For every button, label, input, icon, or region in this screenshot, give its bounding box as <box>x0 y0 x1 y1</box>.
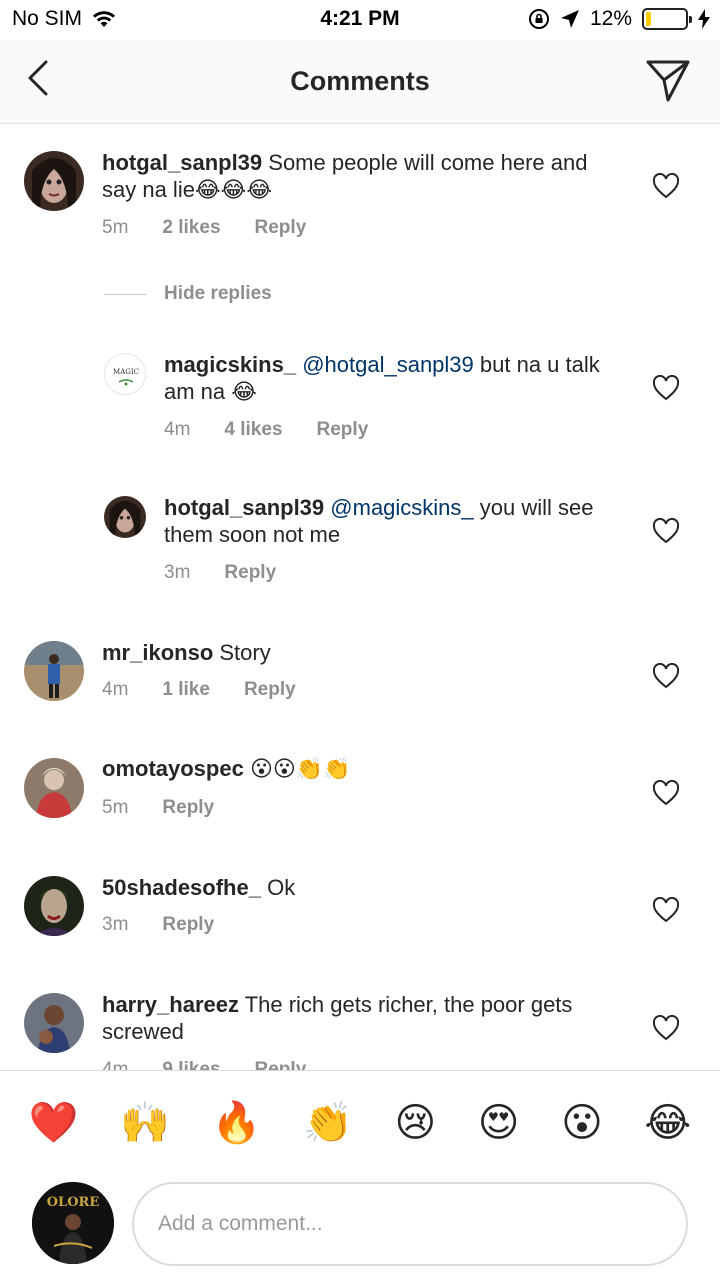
avatar-photo <box>24 993 84 1053</box>
comment-time: 5m <box>102 217 129 238</box>
comment-username[interactable]: omotayospec <box>102 756 244 781</box>
comment-text: 50shadesofhe_ Ok <box>102 874 602 901</box>
charging-bolt-icon <box>698 9 710 29</box>
avatar[interactable]: MAGIC <box>104 353 146 395</box>
hide-replies-button[interactable]: Hide replies <box>104 283 272 305</box>
comment-username[interactable]: harry_hareez <box>102 992 239 1017</box>
comments-list[interactable]: hotgal_sanpl39 Some people will come her… <box>0 125 720 1070</box>
page-title: Comments <box>290 66 430 96</box>
comments-header: Comments <box>0 40 720 124</box>
location-arrow-icon <box>560 10 579 28</box>
emoji-surprised-button[interactable]: 😮 <box>561 1099 603 1147</box>
reply-meta: 4m 4 likes Reply <box>164 419 368 441</box>
avatar-photo <box>24 758 84 818</box>
reply-button[interactable]: Reply <box>255 1059 307 1070</box>
hide-replies-label: Hide replies <box>164 283 272 304</box>
emoji-heart-eyes-button[interactable]: 😍 <box>478 1099 520 1147</box>
comment-meta: 5m 2 likes Reply <box>102 217 306 239</box>
comment-text: hotgal_sanpl39 Some people will come her… <box>102 149 602 203</box>
paper-plane-icon[interactable] <box>644 56 692 104</box>
my-avatar: OLORE <box>32 1182 114 1264</box>
comment-meta: 3m Reply <box>102 914 214 936</box>
avatar[interactable] <box>24 641 84 701</box>
heart-icon[interactable] <box>652 663 680 689</box>
reply-text: magicskins_ @hotgal_sanpl39 but na u tal… <box>164 351 604 405</box>
reply-username[interactable]: magicskins_ <box>164 352 296 377</box>
avatar[interactable] <box>24 151 84 211</box>
emoji-raised-hands-button[interactable]: 🙌 <box>120 1099 170 1147</box>
emoji-clap-button[interactable]: 👏 <box>303 1099 353 1147</box>
comment-likes[interactable]: 9 likes <box>162 1059 220 1070</box>
emoji-fire-button[interactable]: 🔥 <box>212 1099 262 1147</box>
comment-text: mr_ikonso Story <box>102 639 602 666</box>
comment-meta: 5m Reply <box>102 797 214 819</box>
avatar-photo <box>24 641 84 701</box>
my-avatar-image: OLORE <box>32 1182 114 1264</box>
orientation-lock-icon <box>528 9 549 29</box>
emoji-quick-bar: ❤️ 🙌 🔥 👏 😢 😍 😮 😂 <box>0 1070 720 1174</box>
comment-body: Ok <box>260 875 296 900</box>
comment-text: omotayospec 😮😮👏👏 <box>102 755 602 782</box>
reply-button[interactable]: Reply <box>244 679 296 701</box>
heart-icon[interactable] <box>652 897 680 923</box>
reply-likes[interactable]: 4 likes <box>224 419 282 441</box>
reply-meta: 3m Reply <box>164 562 276 584</box>
comment-time: 3m <box>102 914 129 935</box>
emoji-crying-button[interactable]: 😢 <box>394 1099 436 1147</box>
comment-username[interactable]: mr_ikonso <box>102 640 213 665</box>
reply-time: 4m <box>164 419 191 440</box>
avatar[interactable] <box>24 876 84 936</box>
emoji-tears-of-joy-button[interactable]: 😂 <box>644 1099 691 1147</box>
reply-mention[interactable]: @hotgal_sanpl39 <box>302 352 474 377</box>
reply-button[interactable]: Reply <box>162 797 214 819</box>
avatar[interactable] <box>24 993 84 1053</box>
hide-replies-line <box>104 293 146 295</box>
avatar[interactable] <box>104 496 146 538</box>
avatar-photo <box>104 496 146 538</box>
comment-input[interactable] <box>132 1182 688 1266</box>
comment-username[interactable]: 50shadesofhe_ <box>102 875 261 900</box>
status-bar: No SIM 4:21 PM 12% <box>0 0 720 40</box>
reply-username[interactable]: hotgal_sanpl39 <box>164 495 324 520</box>
avatar-logo-text: MAGIC <box>113 368 139 376</box>
reply-text: hotgal_sanpl39 @magicskins_ you will see… <box>164 494 604 548</box>
battery-icon <box>642 8 692 30</box>
comment-username[interactable]: hotgal_sanpl39 <box>102 150 262 175</box>
avatar-photo <box>24 151 84 211</box>
avatar-photo <box>24 876 84 936</box>
comment-composer: OLORE <box>0 1174 720 1280</box>
comment-time: 4m <box>102 1059 129 1070</box>
comment-body: Story <box>213 640 271 665</box>
magic-skins-logo: MAGIC <box>113 368 139 386</box>
reply-button[interactable]: Reply <box>255 217 307 239</box>
heart-icon[interactable] <box>652 1015 680 1041</box>
heart-icon[interactable] <box>652 375 680 401</box>
comment-time: 4m <box>102 679 129 700</box>
battery-tip <box>689 16 692 23</box>
reply-time: 3m <box>164 562 191 583</box>
status-right: 12% <box>528 7 710 31</box>
comment-time: 5m <box>102 797 129 818</box>
reply-button[interactable]: Reply <box>162 914 214 936</box>
reply-mention[interactable]: @magicskins_ <box>330 495 473 520</box>
comment-likes[interactable]: 1 like <box>162 679 210 701</box>
comment-body: 😮😮👏👏 <box>243 756 351 781</box>
emoji-heart-button[interactable]: ❤️ <box>29 1099 79 1147</box>
avatar[interactable] <box>24 758 84 818</box>
reply-button[interactable]: Reply <box>224 562 276 584</box>
heart-icon[interactable] <box>652 173 680 199</box>
heart-icon[interactable] <box>652 518 680 544</box>
reply-button[interactable]: Reply <box>317 419 369 441</box>
comment-likes[interactable]: 2 likes <box>162 217 220 239</box>
heart-icon[interactable] <box>652 780 680 806</box>
comment-text: harry_hareez The rich gets richer, the p… <box>102 991 602 1045</box>
comment-meta: 4m 9 likes Reply <box>102 1059 306 1070</box>
comment-meta: 4m 1 like Reply <box>102 679 296 701</box>
battery-level <box>646 12 651 26</box>
my-avatar-text: OLORE <box>47 1195 100 1210</box>
battery-percent: 12% <box>589 7 632 30</box>
